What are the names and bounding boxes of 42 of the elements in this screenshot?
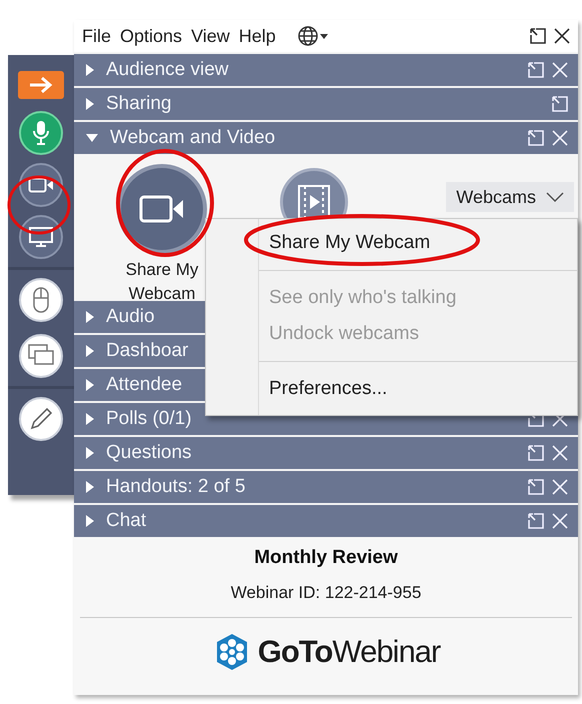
expanded-arrow-icon xyxy=(86,134,98,142)
collapsed-arrow-icon xyxy=(86,515,94,527)
close-icon[interactable] xyxy=(552,26,572,46)
section-header[interactable]: Sharing xyxy=(74,88,578,120)
logo-text: GoToWebinar xyxy=(258,634,440,670)
menu-item[interactable]: File xyxy=(82,26,112,46)
pencil-icon xyxy=(28,406,54,432)
menu-item[interactable]: Help xyxy=(238,26,276,46)
film-play-icon xyxy=(297,184,331,220)
chevron-down-icon xyxy=(546,192,564,202)
webcams-dropdown[interactable]: Webcams xyxy=(446,182,574,212)
collapsed-arrow-icon xyxy=(86,311,94,323)
collapsed-arrow-icon xyxy=(86,413,94,425)
collapsed-arrow-icon xyxy=(86,447,94,459)
drawing-tools-button[interactable] xyxy=(19,397,63,441)
collapse-button[interactable] xyxy=(18,71,64,99)
webinar-title: Monthly Review xyxy=(254,547,398,569)
video-camera-icon xyxy=(139,194,185,224)
collapsed-arrow-icon xyxy=(86,379,94,391)
popout-icon[interactable] xyxy=(528,26,548,46)
video-camera-icon xyxy=(28,176,54,194)
collapsed-arrow-icon xyxy=(86,98,94,110)
menu-item[interactable]: Options xyxy=(120,26,182,46)
mouse-control-button[interactable] xyxy=(19,278,63,322)
webcam-button[interactable] xyxy=(19,163,63,207)
microphone-icon xyxy=(31,120,51,146)
menu-item[interactable]: Share My Webcam xyxy=(206,225,577,261)
arrow-right-icon xyxy=(28,76,54,94)
webinar-id: Webinar ID: 122-214-955 xyxy=(230,583,422,603)
highlight-ellipse xyxy=(8,176,70,234)
windows-button[interactable] xyxy=(19,334,63,378)
collapsed-arrow-icon xyxy=(86,345,94,357)
monitor-icon xyxy=(28,226,54,248)
screen-share-button[interactable] xyxy=(19,215,63,259)
microphone-button[interactable] xyxy=(19,111,63,155)
collapsed-arrow-icon xyxy=(86,64,94,76)
globe-icon xyxy=(296,25,319,47)
menu-item[interactable]: View xyxy=(191,26,230,46)
language-button[interactable] xyxy=(296,25,328,47)
collapsed-arrow-icon xyxy=(86,481,94,493)
caret-icon xyxy=(320,34,328,38)
mouse-icon xyxy=(32,286,50,314)
